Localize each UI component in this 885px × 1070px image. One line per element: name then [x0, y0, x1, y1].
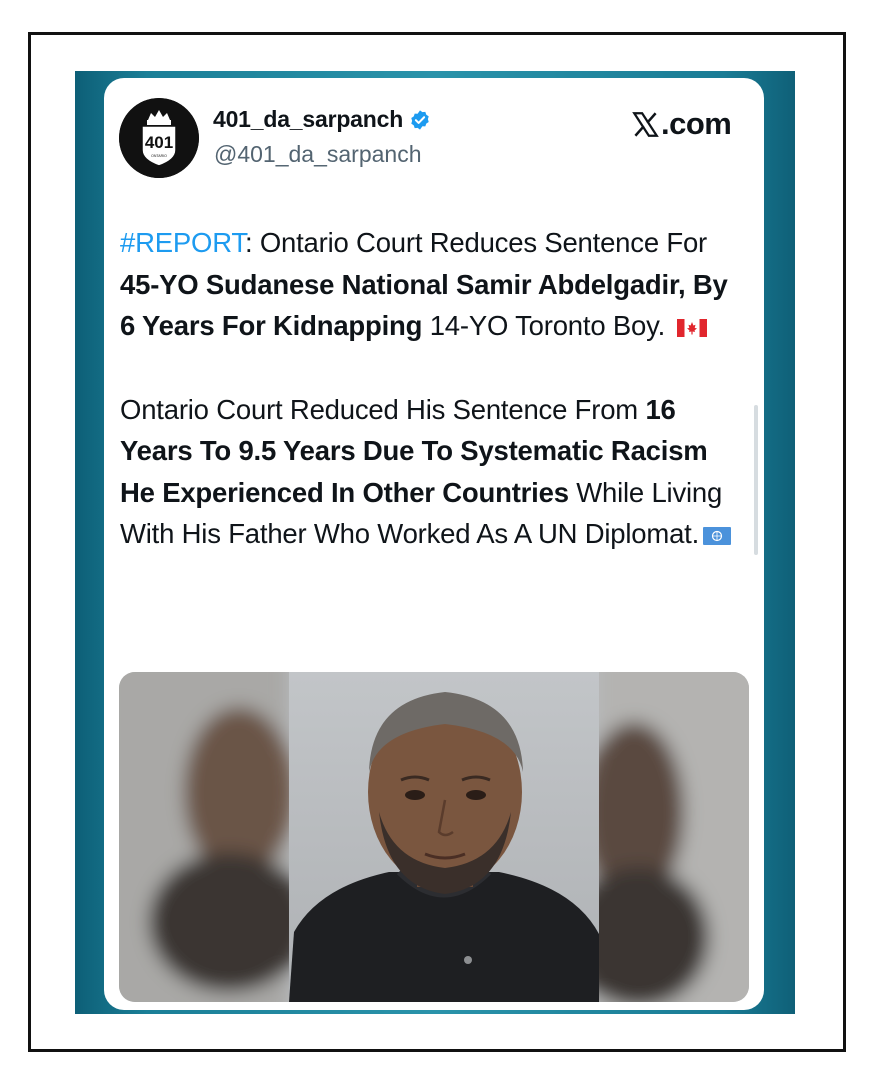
site-label: .com — [632, 106, 732, 142]
post-text: #REPORT: Ontario Court Reduces Sentence … — [120, 222, 748, 597]
author-display-name[interactable]: 401_da_sarpanch — [213, 106, 403, 133]
canada-flag-icon — [676, 318, 707, 337]
paragraph1-text-2: 14-YO Toronto Boy. — [422, 310, 673, 341]
author-handle[interactable]: @401_da_sarpanch — [214, 141, 422, 168]
author-name-row[interactable]: 401_da_sarpanch — [213, 106, 431, 133]
blurred-left-panel — [119, 672, 309, 1002]
paragraph1-text-1: : Ontario Court Reduces Sentence For — [244, 227, 708, 258]
post-paragraph-1: #REPORT: Ontario Court Reduces Sentence … — [120, 222, 748, 347]
avatar-subtext: ONTARIO — [151, 154, 167, 158]
verified-badge-icon — [411, 109, 429, 130]
site-name-suffix: .com — [661, 106, 732, 141]
x-logo-icon — [632, 111, 659, 137]
avatar[interactable]: 401 ONTARIO — [119, 98, 199, 178]
post-paragraph-2: Ontario Court Reduced His Sentence From … — [120, 389, 748, 555]
scrollbar[interactable] — [754, 405, 758, 555]
paragraph2-text-1: Ontario Court Reduced His Sentence From — [120, 393, 646, 425]
un-flag-icon — [703, 526, 732, 545]
post-photo[interactable] — [119, 672, 749, 1002]
hashtag-link[interactable]: #REPORT — [120, 227, 245, 258]
avatar-number: 401 — [145, 133, 173, 152]
